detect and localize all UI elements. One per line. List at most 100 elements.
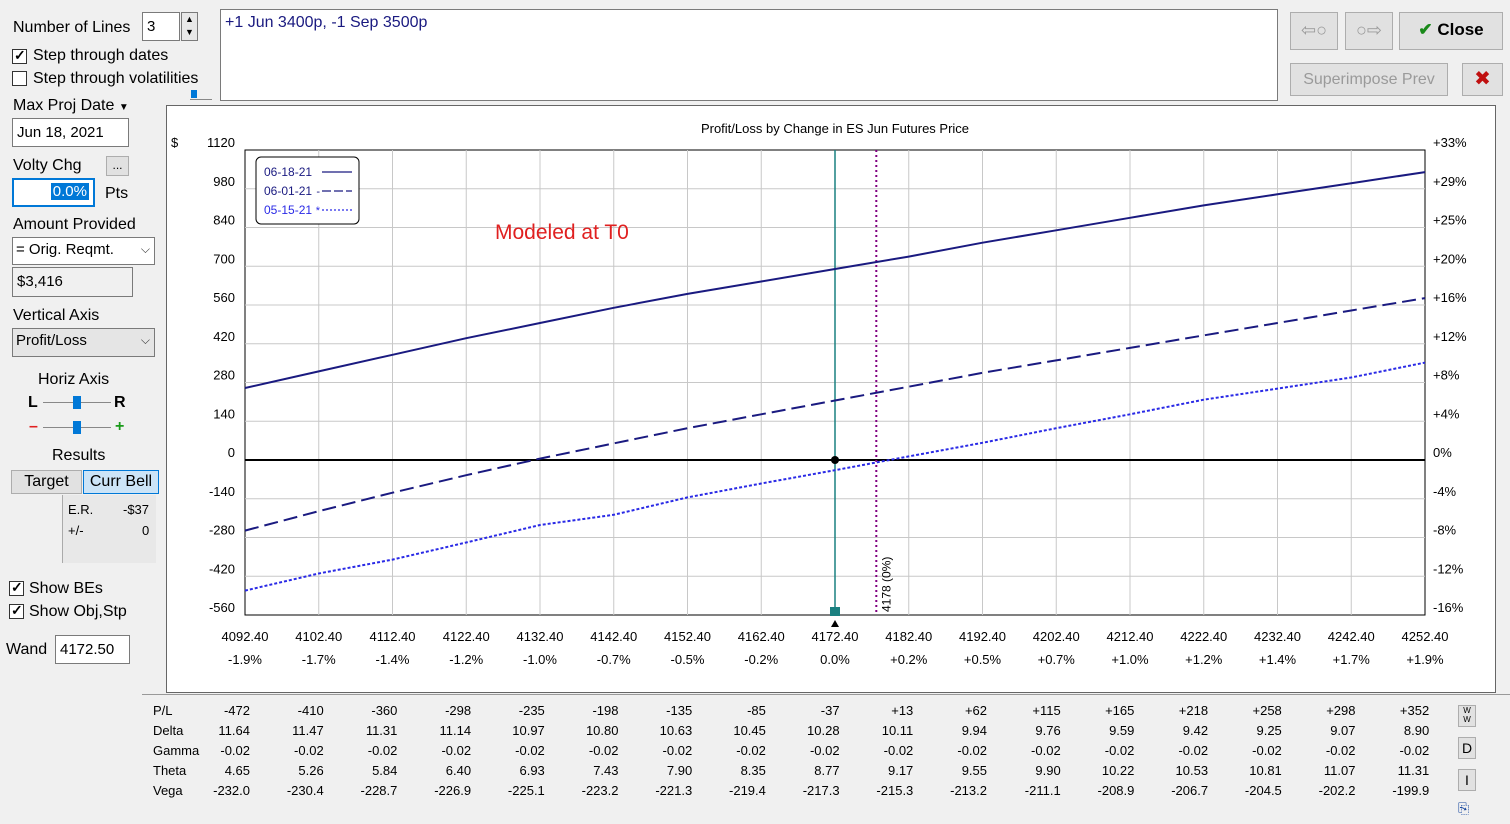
tab-target[interactable]: Target [11,470,82,494]
x-tick-label: 4192.40 [959,629,1006,644]
wand-input[interactable]: 4172.50 [55,635,130,664]
step-vols-checkbox[interactable] [12,71,27,86]
greeks-cell: -198 [592,703,619,718]
greeks-row-label: Theta [153,763,187,778]
y-right-tick-label: +12% [1433,329,1467,344]
horiz-zoom-slider[interactable] [43,421,111,434]
export-icon[interactable]: ⎘ [1458,800,1476,818]
greeks-cell: -0.02 [515,743,545,758]
chevron-down-icon: ▼ [118,102,129,113]
greeks-cell: -213.2 [950,783,987,798]
y-right-tick-label: +20% [1433,251,1467,266]
y-tick-label: 140 [213,406,235,421]
greeks-cell: 9.59 [1109,723,1135,738]
show-obj-checkbox[interactable] [9,602,24,619]
y-tick-label: -140 [209,484,235,499]
greeks-cell: -202.2 [1318,783,1356,798]
show-bes-label: Show BEs [29,580,103,597]
greeks-i-button[interactable]: I [1458,769,1476,791]
y-tick-label: 1120 [207,135,235,150]
close-icon: ✖ [1474,68,1491,90]
vertical-axis-select[interactable]: Profit/Loss ⌵ [12,328,155,357]
x-tick-label: 4172.40 [812,629,859,644]
y-tick-label: 280 [213,368,235,383]
greeks-d-button[interactable]: D [1458,737,1476,759]
step-dates-checkbox[interactable] [12,47,27,64]
greeks-cell: 8.90 [1403,723,1430,738]
cancel-button[interactable]: ✖ [1462,63,1503,96]
y-tick-label: -560 [209,600,235,615]
greeks-cell: 10.53 [1175,763,1209,778]
results-label: Results [52,447,106,464]
greeks-cell: 11.07 [1323,763,1356,778]
legend-label: 05-15-21 [264,203,312,217]
x-tick-label: 4232.40 [1254,629,1301,644]
x-pct-tick-label: -1.9% [228,652,262,667]
greeks-cell: -0.02 [441,743,472,758]
volty-chg-input[interactable]: 0.0% [12,178,95,207]
greeks-row-label: P/L [153,703,173,718]
amount-provided-label: Amount Provided [13,216,136,233]
greeks-cell: 8.35 [740,763,766,778]
greeks-cell: -226.9 [434,783,472,798]
greeks-cell: -0.02 [1031,743,1061,758]
pm-value: 0 [142,523,150,538]
max-proj-date-label[interactable]: Max Proj Date ▼ [13,97,129,115]
greeks-cell: 5.26 [298,763,324,778]
chevron-down-icon: ⌵ [140,333,150,347]
greeks-cell: -0.02 [1178,743,1209,758]
greeks-w-button[interactable]: WW [1458,705,1476,727]
vol-slider[interactable] [190,90,212,100]
model-annotation: Modeled at T0 [495,221,629,244]
max-proj-date-input[interactable]: Jun 18, 2021 [12,118,129,147]
greeks-cell: +115 [1032,703,1061,718]
volty-chg-button[interactable]: ... [106,156,129,176]
x-tick-label: 4222.40 [1180,629,1227,644]
greeks-cell: +165 [1105,703,1135,718]
wand-handle [830,607,840,616]
x-pct-tick-label: +1.4% [1259,652,1297,667]
greeks-cell: 10.97 [512,723,545,738]
greeks-cell: -0.02 [588,743,619,758]
chart-title: Profit/Loss by Change in ES Jun Futures … [701,121,969,136]
pl-chart[interactable]: Profit/Loss by Change in ES Jun Futures … [166,105,1496,693]
pm-label: +/- [68,523,84,538]
greeks-cell: 9.07 [1330,723,1356,738]
show-bes-checkbox[interactable] [9,579,24,596]
y-tick-label: -420 [209,561,235,576]
y-right-tick-label: +16% [1433,290,1467,305]
superimpose-button[interactable]: Superimpose Prev [1290,63,1448,96]
greeks-cell: 11.31 [365,723,398,738]
x-pct-tick-label: +1.9% [1406,652,1444,667]
x-pct-tick-label: +0.5% [964,652,1002,667]
next-button[interactable]: ○⇨ [1345,12,1393,50]
y-right-tick-label: -8% [1433,523,1457,538]
y-axis-label: $ [171,135,179,150]
y-right-tick-label: +8% [1433,368,1460,383]
close-button[interactable]: ✔ Close [1399,12,1503,50]
greeks-cell: 11.47 [292,723,324,738]
num-lines-spinner[interactable]: ▲ ▼ [181,12,198,41]
y-tick-label: 840 [213,213,235,228]
horiz-lr-slider[interactable] [43,396,111,409]
y-right-tick-label: +29% [1433,174,1467,189]
greeks-cell: 10.11 [881,723,914,738]
x-pct-tick-label: +1.2% [1185,652,1223,667]
greeks-cell: -204.5 [1244,783,1282,798]
greeks-cell: 6.93 [519,763,545,778]
num-lines-input[interactable]: 3 [142,12,180,41]
greeks-cell: -0.02 [1325,743,1356,758]
greeks-cell: +62 [964,703,987,718]
tab-curr-bell[interactable]: Curr Bell [83,470,159,494]
greeks-cell: -208.9 [1097,783,1135,798]
x-tick-label: 4102.40 [295,629,342,644]
amount-provided-select[interactable]: = Orig. Reqmt. ⌵ [12,237,155,265]
y-tick-label: 0 [228,445,235,460]
prev-button[interactable]: ⇦○ [1290,12,1338,50]
legend-suffix: - [316,186,320,198]
x-tick-label: 4252.40 [1402,629,1449,644]
greeks-cell: 7.90 [666,763,693,778]
position-text[interactable]: +1 Jun 3400p, -1 Sep 3500p [220,9,1278,101]
greeks-cell: -0.02 [294,743,324,758]
greeks-cell: 7.43 [593,763,619,778]
